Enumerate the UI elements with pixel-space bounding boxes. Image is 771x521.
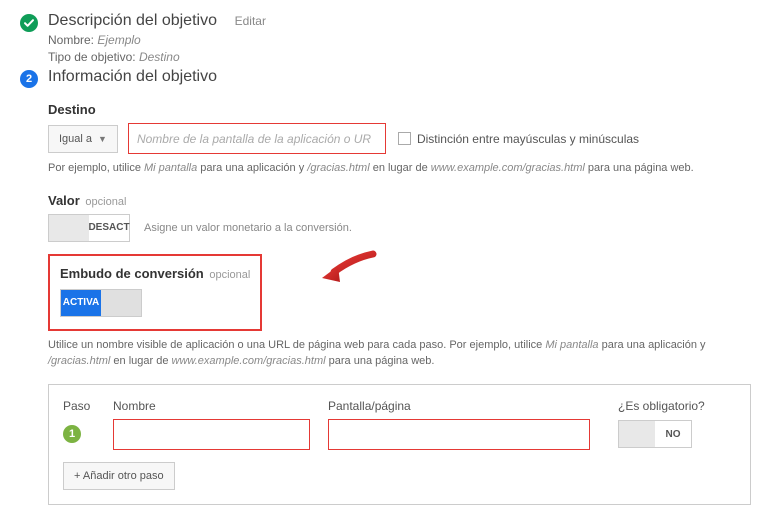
required-no-label: NO — [655, 421, 691, 447]
step-number-cell: 1 — [63, 425, 113, 443]
callout-arrow-icon — [318, 246, 378, 286]
funnel-steps-box: Paso Nombre Pantalla/página ¿Es obligato… — [48, 384, 751, 505]
step-2-title: Información del objetivo — [48, 68, 217, 86]
embudo-toggle[interactable]: ACTIVA — [60, 289, 142, 317]
embudo-label: Embudo de conversión — [60, 266, 204, 281]
step-1-indicator — [20, 12, 48, 64]
valor-toggle[interactable]: DESACT — [48, 214, 130, 242]
match-type-dropdown[interactable]: Igual a ▼ — [48, 125, 118, 153]
step-name-input[interactable] — [113, 419, 310, 450]
step-1-title: Descripción del objetivo — [48, 12, 217, 30]
valor-desc: Asigne un valor monetario a la conversió… — [144, 222, 352, 234]
type-value: Destino — [139, 50, 180, 64]
destino-label: Destino — [48, 102, 751, 117]
col-pantalla-header: Pantalla/página — [328, 399, 618, 413]
step-1-section: Descripción del objetivo Editar Nombre: … — [20, 12, 751, 64]
dropdown-text: Igual a — [59, 133, 92, 145]
required-toggle[interactable]: NO — [618, 420, 692, 448]
case-sensitive-label: Distinción entre mayúsculas y minúsculas — [417, 132, 639, 146]
goal-name-line: Nombre: Ejemplo — [48, 33, 751, 47]
goal-type-line: Tipo de objetivo: Destino — [48, 50, 751, 64]
type-label: Tipo de objetivo: — [48, 50, 136, 64]
embudo-highlight-box: Embudo de conversión opcional ACTIVA — [48, 254, 262, 331]
step-screen-input[interactable] — [328, 419, 590, 450]
destino-row: Igual a ▼ Distinción entre mayúsculas y … — [48, 123, 751, 154]
edit-link[interactable]: Editar — [235, 14, 266, 28]
check-circle-icon — [20, 14, 38, 32]
step-2-number-icon: 2 — [20, 70, 38, 88]
name-label: Nombre: — [48, 33, 94, 47]
embudo-wrap: Embudo de conversión opcional ACTIVA — [48, 242, 751, 331]
case-sensitive-row[interactable]: Distinción entre mayúsculas y minúsculas — [398, 132, 639, 146]
valor-row: DESACT Asigne un valor monetario a la co… — [48, 214, 751, 242]
embudo-optional: opcional — [209, 269, 250, 281]
funnel-step-row: 1 NO — [63, 419, 736, 450]
add-step-button[interactable]: + Añadir otro paso — [63, 462, 175, 490]
steps-header: Paso Nombre Pantalla/página ¿Es obligato… — [63, 399, 736, 413]
destino-helper: Por ejemplo, utilice Mi pantalla para un… — [48, 160, 751, 177]
chevron-down-icon: ▼ — [98, 134, 107, 144]
embudo-helper: Utilice un nombre visible de aplicación … — [48, 337, 751, 370]
col-nombre-header: Nombre — [113, 399, 328, 413]
step-number-icon: 1 — [63, 425, 81, 443]
toggle-off-label: DESACT — [89, 215, 129, 241]
step-2-section: 2 Información del objetivo Destino Igual… — [20, 68, 751, 505]
destination-input[interactable] — [128, 123, 386, 154]
checkbox-icon[interactable] — [398, 132, 411, 145]
col-paso-header: Paso — [63, 399, 113, 413]
col-oblig-header: ¿Es obligatorio? — [618, 399, 736, 413]
valor-label: Valor opcional — [48, 193, 751, 208]
name-value: Ejemplo — [97, 33, 140, 47]
toggle-on-label: ACTIVA — [61, 290, 101, 316]
step-2-indicator: 2 — [20, 68, 48, 505]
